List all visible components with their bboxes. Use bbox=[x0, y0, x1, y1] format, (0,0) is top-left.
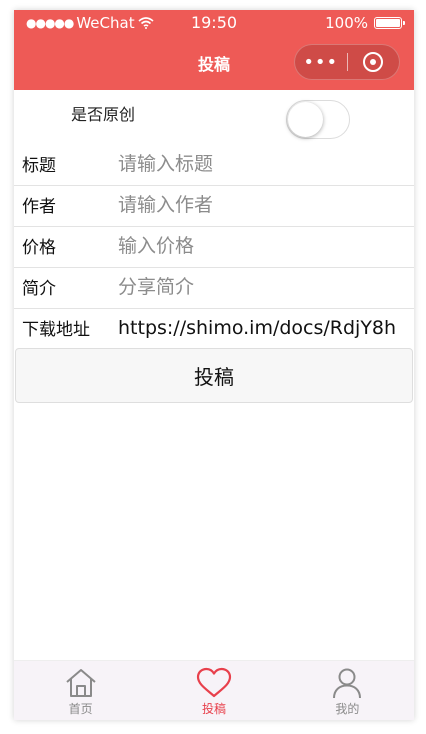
status-bar: ●●●●● WeChat 19:50 100% bbox=[14, 10, 414, 36]
nav-bar: 投稿 ••• bbox=[14, 36, 414, 90]
battery-percent: 100% bbox=[325, 14, 368, 32]
download-url-input[interactable] bbox=[118, 312, 408, 344]
author-label: 作者 bbox=[22, 197, 56, 217]
home-icon bbox=[66, 669, 96, 697]
tab-submit-label: 投稿 bbox=[201, 702, 226, 716]
status-right: 100% bbox=[325, 14, 405, 32]
author-input[interactable] bbox=[118, 189, 408, 221]
more-menu-button[interactable]: ••• bbox=[295, 52, 347, 73]
tab-home[interactable]: 首页 bbox=[14, 661, 147, 720]
battery-icon bbox=[374, 17, 405, 29]
tab-bar: 首页 投稿 我的 bbox=[14, 660, 414, 720]
original-row: 是否原创 bbox=[14, 90, 414, 145]
more-dots-icon: ••• bbox=[303, 51, 339, 73]
title-field-row: 标题 bbox=[14, 145, 414, 186]
original-label: 是否原创 bbox=[71, 105, 136, 124]
intro-field-row: 简介 bbox=[14, 268, 414, 309]
person-icon bbox=[333, 668, 362, 699]
tab-mine[interactable]: 我的 bbox=[281, 661, 414, 720]
original-switch[interactable] bbox=[286, 100, 350, 139]
switch-knob bbox=[288, 102, 323, 137]
phone-screen: ●●●●● WeChat 19:50 100% 投稿 ••• 是否原创 标题 请… bbox=[14, 10, 414, 720]
mini-program-capsule: ••• bbox=[294, 44, 400, 80]
price-field-row: 价格 bbox=[14, 227, 414, 268]
download-field-row: 下载地址 bbox=[14, 309, 414, 350]
author-field-row: 作者 bbox=[14, 186, 414, 227]
download-label: 下载地址 bbox=[22, 320, 90, 340]
tab-submit[interactable]: 投稿 bbox=[147, 661, 280, 720]
intro-input[interactable] bbox=[118, 271, 408, 303]
price-label: 价格 bbox=[22, 238, 56, 258]
price-input[interactable] bbox=[118, 230, 408, 262]
title-input[interactable] bbox=[118, 148, 408, 180]
tab-home-label: 首页 bbox=[68, 702, 93, 716]
intro-label: 简介 bbox=[22, 279, 56, 299]
title-label: 标题 bbox=[22, 156, 56, 176]
heart-icon bbox=[196, 667, 232, 698]
target-icon bbox=[363, 52, 384, 72]
close-mini-program-button[interactable] bbox=[347, 52, 399, 72]
submit-button[interactable]: 投稿 bbox=[15, 348, 413, 403]
tab-mine-label: 我的 bbox=[335, 702, 360, 716]
